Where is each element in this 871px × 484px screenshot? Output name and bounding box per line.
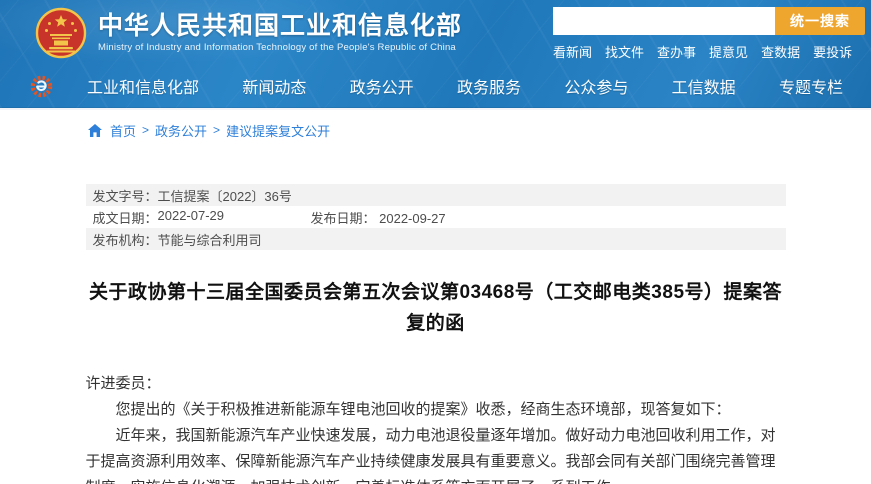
written-date-label: 成文日期：: [92, 210, 158, 226]
miit-logo-icon: [30, 75, 53, 97]
meta-row-publisher: 发布机构： 节能与综合利用司: [85, 228, 786, 250]
breadcrumb-row: 首页 > 政务公开 > 建议提案复文公开: [0, 108, 871, 150]
brand: 中华人民共和国工业和信息化部 Ministry of Industry and …: [35, 7, 462, 59]
breadcrumb-separator: >: [142, 123, 150, 137]
quick-link-files[interactable]: 找文件: [605, 42, 644, 61]
quick-link-news[interactable]: 看新闻: [553, 42, 592, 61]
quick-link-data[interactable]: 查数据: [761, 42, 800, 61]
meta-cell-publish-date: 发布日期： 2022-09-27: [311, 208, 446, 227]
site-header: 中华人民共和国工业和信息化部 Ministry of Industry and …: [0, 0, 871, 65]
search-row: 统一搜索: [553, 6, 865, 35]
paragraph-2: 近年来，我国新能源汽车产业快速发展，动力电池退役量逐年增加。做好动力电池回收利用…: [85, 426, 776, 484]
breadcrumb-home[interactable]: 首页: [110, 121, 136, 140]
search-input[interactable]: [553, 6, 775, 35]
breadcrumb-current[interactable]: 建议提案复文公开: [226, 121, 330, 140]
document-title: 关于政协第十三届全国委员会第五次会议第03468号（工交邮电类385号）提案答复…: [88, 282, 783, 334]
ministry-name-en: Ministry of Industry and Information Tec…: [98, 42, 456, 53]
document-meta: 发文字号： 工信提案〔2022〕36号 成文日期： 2022-07-29 发布日…: [85, 184, 786, 250]
nav-item-gov-services[interactable]: 政务服务: [457, 74, 521, 98]
meta-row-doc-number: 发文字号： 工信提案〔2022〕36号: [85, 184, 786, 206]
nav-items: 工业和信息化部 新闻动态 政务公开 政务服务 公众参与 工信数据 专题专栏: [87, 74, 845, 98]
page: 中华人民共和国工业和信息化部 Ministry of Industry and …: [0, 0, 871, 484]
nav-item-special-columns[interactable]: 专题专栏: [779, 74, 843, 98]
home-icon[interactable]: [88, 123, 102, 137]
quick-link-complaints[interactable]: 要投诉: [813, 42, 852, 61]
quick-link-feedback[interactable]: 提意见: [709, 42, 748, 61]
search-area: 统一搜索 看新闻 找文件 查办事 提意见 查数据 要投诉: [553, 5, 865, 61]
meta-cell-written-date: 成文日期： 2022-07-29: [93, 208, 311, 227]
salutation: 许进委员：: [85, 374, 161, 392]
document-body: 许进委员： 您提出的《关于积极推进新能源车锂电池回收的提案》收悉，经商生态环境部…: [86, 371, 786, 484]
quick-link-services[interactable]: 查办事: [657, 42, 696, 61]
nav-item-gov-openness[interactable]: 政务公开: [350, 74, 414, 98]
breadcrumb: 首页 > 政务公开 > 建议提案复文公开: [88, 121, 330, 140]
publish-date-label: 发布日期：: [310, 210, 376, 226]
meta-row-dates: 成文日期： 2022-07-29 发布日期： 2022-09-27: [86, 206, 786, 228]
main-nav: 工业和信息化部 新闻动态 政务公开 政务服务 公众参与 工信数据 专题专栏: [0, 65, 871, 108]
breadcrumb-separator: >: [213, 123, 221, 137]
document-content: 发文字号： 工信提案〔2022〕36号 成文日期： 2022-07-29 发布日…: [85, 184, 786, 484]
nav-item-public-participation[interactable]: 公众参与: [564, 74, 628, 98]
publisher-label: 发布机构：: [92, 232, 158, 248]
breadcrumb-gov-openness[interactable]: 政务公开: [155, 121, 207, 140]
doc-number-value: 工信提案〔2022〕36号: [157, 188, 292, 204]
national-emblem-icon: [35, 7, 87, 58]
ministry-name-cn: 中华人民共和国工业和信息化部: [98, 12, 463, 40]
nav-item-miit-data[interactable]: 工信数据: [672, 74, 736, 98]
search-button[interactable]: 统一搜索: [775, 6, 865, 35]
brand-text: 中华人民共和国工业和信息化部 Ministry of Industry and …: [98, 12, 462, 53]
paragraph-1: 您提出的《关于积极推进新能源车锂电池回收的提案》收悉，经商生态环境部，现答复如下…: [115, 400, 731, 418]
doc-number-label: 发文字号：: [92, 188, 158, 204]
publish-date-value: 2022-09-27: [379, 210, 446, 226]
nav-item-miit[interactable]: 工业和信息化部: [87, 74, 199, 98]
publisher-value: 节能与综合利用司: [157, 232, 262, 248]
quick-links: 看新闻 找文件 查办事 提意见 查数据 要投诉: [553, 42, 865, 61]
top-banner: 中华人民共和国工业和信息化部 Ministry of Industry and …: [0, 0, 871, 108]
nav-item-news[interactable]: 新闻动态: [242, 74, 306, 98]
written-date-value: 2022-07-29: [157, 207, 225, 223]
